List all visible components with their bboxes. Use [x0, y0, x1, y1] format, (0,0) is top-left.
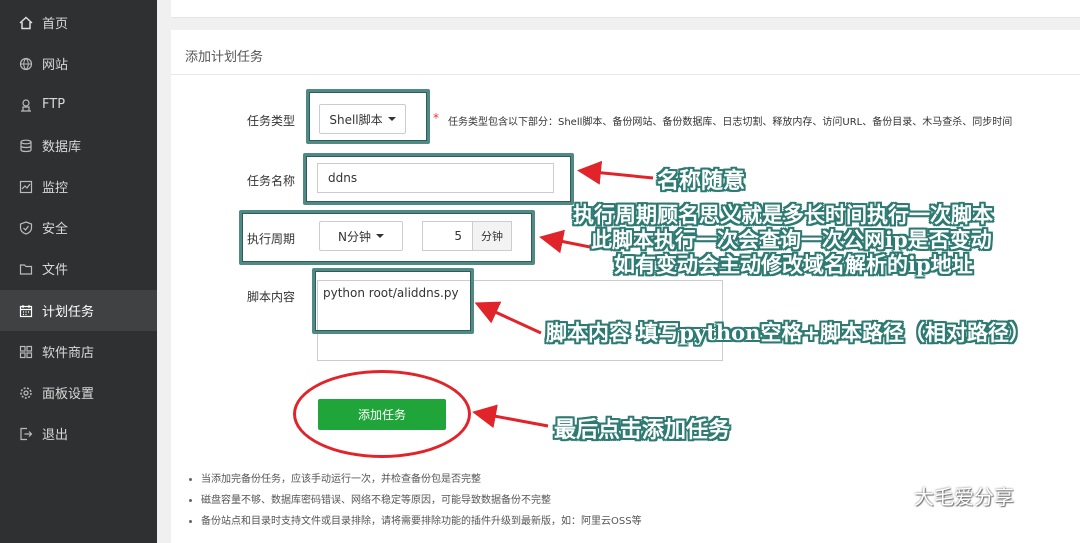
sidebar-item-database[interactable]: 数据库 [0, 125, 157, 166]
database-icon [18, 138, 34, 154]
tip-item: 磁盘容量不够、数据库密码错误、网络不稳定等原因，可能导致数据备份不完整 [187, 490, 642, 511]
home-icon [18, 15, 34, 31]
sidebar-item-label: 计划任务 [42, 305, 95, 320]
ftp-icon [18, 97, 34, 113]
sidebar-item-label: 安全 [42, 222, 69, 237]
sidebar-item-cron[interactable]: 计划任务 [0, 290, 157, 331]
task-type-label: 任务类型 [247, 114, 296, 128]
sidebar-item-store[interactable]: 软件商店 [0, 331, 157, 372]
sidebar-item-website[interactable]: 网站 [0, 43, 157, 84]
sidebar-item-label: 软件商店 [42, 346, 95, 361]
monitor-icon [18, 179, 34, 195]
gear-icon [18, 385, 34, 401]
annotation-box-task-name [303, 153, 574, 205]
sidebar-item-label: FTP [42, 97, 66, 112]
annotation-box-script [312, 268, 474, 334]
calendar-icon [18, 303, 34, 319]
annotation-script-note: 脚本内容 填写python空格+脚本路径（相对路径） [546, 320, 1031, 345]
sidebar-item-label: 数据库 [42, 140, 82, 155]
divider [171, 74, 1080, 75]
panel-title: 添加计划任务 [185, 50, 264, 65]
sidebar-item-security[interactable]: 安全 [0, 207, 157, 248]
logout-icon [18, 426, 34, 442]
sidebar-item-label: 面板设置 [42, 387, 95, 402]
sidebar-item-home[interactable]: 首页 [0, 2, 157, 43]
wechat-icon [863, 479, 906, 510]
annotation-box-task-type [306, 89, 430, 144]
annotation-oval-submit [293, 370, 471, 458]
sidebar-item-label: 监控 [42, 181, 69, 196]
tips-list: 当添加完备份任务，应该手动运行一次，并检查备份包是否完整 磁盘容量不够、数据库密… [187, 469, 642, 532]
sidebar-item-label: 退出 [42, 428, 69, 443]
globe-icon [18, 56, 34, 72]
grid-icon [18, 344, 34, 360]
script-label: 脚本内容 [247, 290, 296, 304]
tip-item: 当添加完备份任务，应该手动运行一次，并检查备份包是否完整 [187, 469, 642, 490]
sidebar-item-settings[interactable]: 面板设置 [0, 372, 157, 413]
annotation-submit-note: 最后点击添加任务 [554, 417, 731, 443]
annotation-cycle-note-3: 如有变动会主动修改域名解析的ip地址 [614, 252, 973, 277]
annotation-box-cycle [239, 210, 535, 265]
sidebar-item-label: 网站 [42, 58, 69, 73]
task-type-hint: 任务类型包含以下部分：Shell脚本、备份网站、备份数据库、日志切割、释放内存、… [448, 117, 1013, 128]
watermark: 大毛爱分享 [862, 478, 1014, 512]
required-star: * [433, 111, 439, 125]
sidebar-item-logout[interactable]: 退出 [0, 413, 157, 454]
sidebar-item-ftp[interactable]: FTP [0, 84, 157, 125]
top-panel [171, 0, 1080, 18]
sidebar-item-monitor[interactable]: 监控 [0, 166, 157, 207]
sidebar: 首页 网站 FTP 数据库 监控 安全 文件 计划任务 软件商店 面板设置 退出 [0, 0, 157, 543]
watermark-text: 大毛爱分享 [914, 484, 1014, 509]
shield-icon [18, 220, 34, 236]
tip-item: 备份站点和目录时支持文件或目录排除，请将需要排除功能的插件升级到最新版，如：阿里… [187, 511, 642, 532]
folder-icon [18, 261, 34, 277]
task-name-label: 任务名称 [247, 174, 296, 188]
annotation-name-note: 名称随意 [657, 168, 746, 194]
sidebar-item-files[interactable]: 文件 [0, 248, 157, 289]
sidebar-item-label: 文件 [42, 263, 69, 278]
sidebar-item-label: 首页 [42, 17, 69, 32]
